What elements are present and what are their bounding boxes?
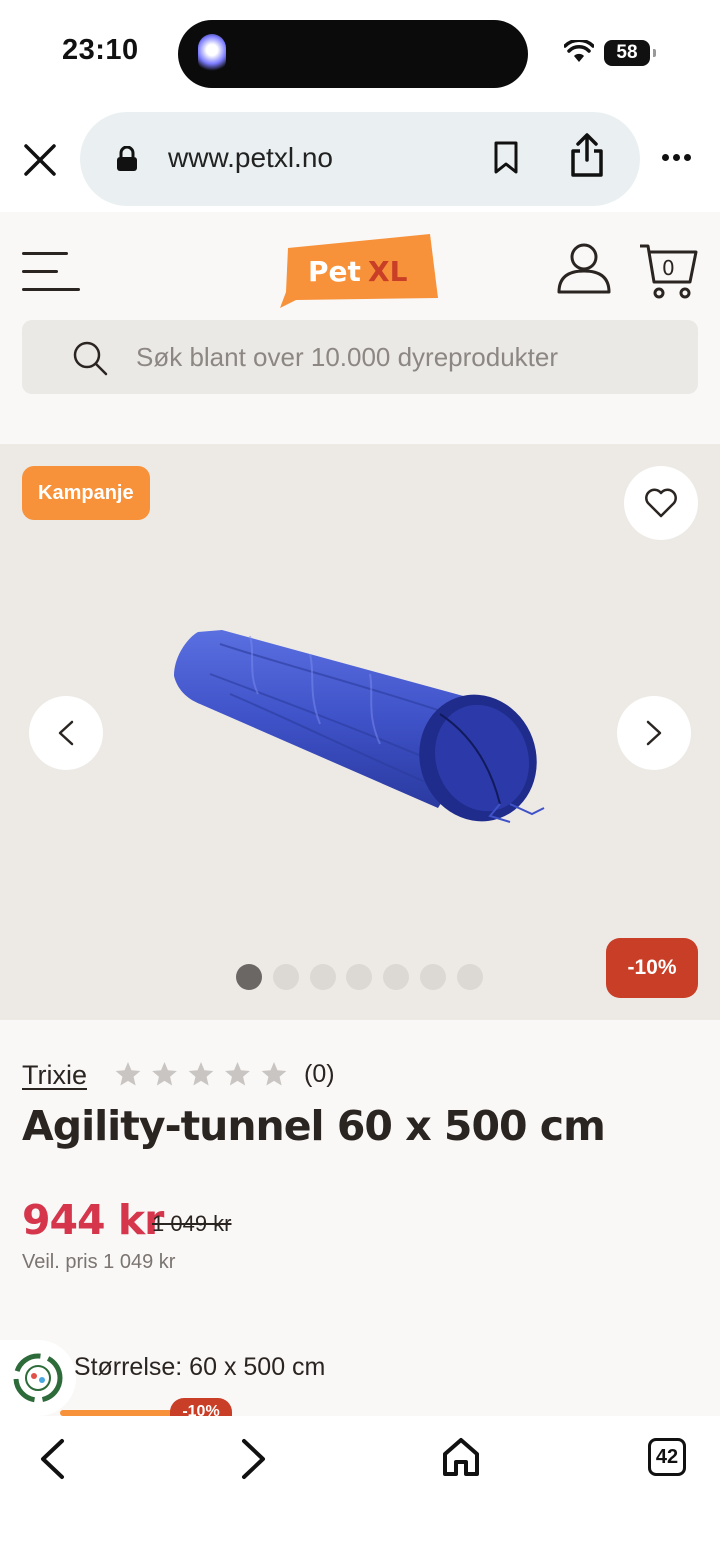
share-icon[interactable] [568, 132, 606, 178]
browser-toolbar: www.petxl.no [0, 108, 720, 212]
favorite-button[interactable] [624, 466, 698, 540]
flashlight-icon [198, 34, 226, 74]
pagination-dot[interactable] [236, 964, 262, 990]
product-image [174, 630, 545, 823]
next-image-button[interactable] [617, 696, 691, 770]
previous-image-button[interactable] [29, 696, 103, 770]
back-icon[interactable] [38, 1438, 66, 1480]
petxl-logo[interactable]: Pet XL [280, 234, 440, 310]
battery-indicator: 58 [604, 40, 656, 66]
more-options-icon[interactable] [662, 154, 695, 161]
heart-icon [645, 488, 677, 518]
recommended-price: Veil. pris 1 049 kr [22, 1251, 176, 1273]
pagination-dot[interactable] [309, 964, 336, 990]
bookmark-icon[interactable] [492, 140, 520, 176]
forward-icon[interactable] [240, 1438, 268, 1480]
star-icon [225, 1062, 250, 1086]
old-price: 1 049 kr [152, 1211, 232, 1236]
star-icon [188, 1062, 214, 1086]
svg-text:XL: XL [368, 255, 408, 288]
eco-widget[interactable] [0, 1340, 76, 1416]
cart-count: 0 [662, 256, 675, 280]
search-icon [73, 341, 108, 376]
site-header: Pet XL 0 [0, 212, 720, 444]
menu-icon[interactable] [22, 250, 82, 291]
campaign-badge: Kampanje [22, 466, 150, 520]
product-gallery[interactable]: Kampanje -10% [0, 444, 720, 1020]
account-icon[interactable] [556, 242, 612, 294]
pagination-dot[interactable] [419, 964, 446, 990]
size-label: t Størrelse: 60 x 500 cm [60, 1353, 326, 1381]
star-icon [115, 1062, 141, 1086]
pagination-dot[interactable] [456, 964, 483, 990]
chevron-left-icon [58, 720, 74, 746]
svg-text:Pet: Pet [308, 255, 361, 288]
discount-badge: -10% [606, 938, 698, 998]
home-icon[interactable] [442, 1436, 480, 1478]
cart-button[interactable]: 0 [638, 242, 698, 302]
lock-icon [117, 146, 137, 171]
wifi-icon [564, 40, 594, 62]
image-pagination[interactable] [236, 964, 494, 990]
star-icon [261, 1062, 287, 1086]
current-price: 944 kr [22, 1196, 164, 1244]
product-title: Agility-tunnel 60 x 500 cm [22, 1102, 606, 1150]
brand-link[interactable]: Trixie [22, 1060, 87, 1091]
close-icon[interactable] [22, 142, 58, 178]
variant-discount-badge: -10% [170, 1398, 232, 1418]
pagination-dot[interactable] [272, 964, 299, 990]
review-count[interactable]: (0) [304, 1060, 335, 1089]
dynamic-island [178, 20, 528, 88]
recycle-icon [13, 1353, 63, 1403]
tabs-button[interactable]: 42 [648, 1438, 686, 1476]
star-icon [152, 1062, 177, 1086]
browser-bottom-bar: 42 [0, 1416, 720, 1560]
rating-stars[interactable] [114, 1060, 294, 1090]
status-time: 23:10 [62, 34, 139, 66]
search-input[interactable] [136, 320, 676, 394]
chevron-right-icon [646, 720, 662, 746]
pagination-dot[interactable] [383, 964, 410, 990]
pagination-dot[interactable] [346, 964, 373, 990]
status-bar: 23:10 58 [0, 0, 720, 108]
address-bar[interactable]: www.petxl.no [80, 112, 640, 206]
search-bar[interactable] [22, 320, 698, 394]
url-text[interactable]: www.petxl.no [168, 142, 333, 174]
